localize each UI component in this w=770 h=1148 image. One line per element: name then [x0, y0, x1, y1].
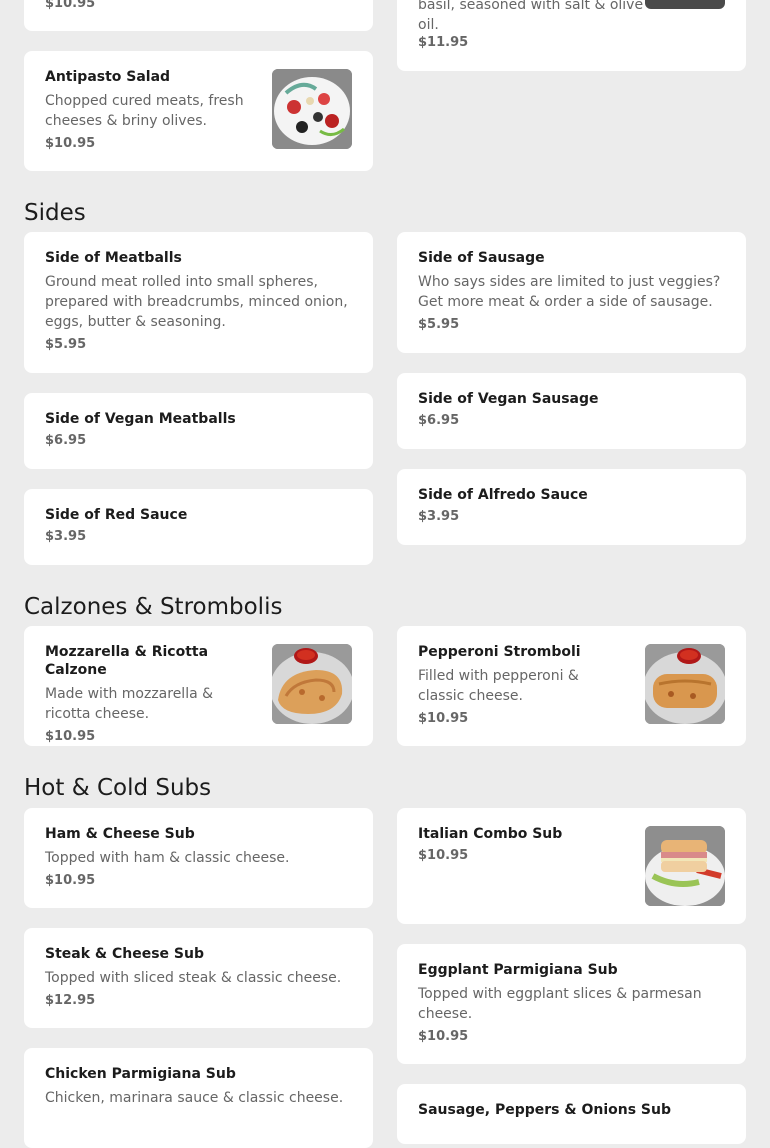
item-description: Ground meat rolled into small spheres, p… [45, 274, 348, 330]
item-name: Pepperoni Stromboli [418, 644, 581, 660]
menu-item-card-steak-cheese-sub[interactable]: Steak & Cheese Sub Topped with sliced st… [24, 928, 373, 1028]
menu-item-card-side-of-alfredo-sauce[interactable]: Side of Alfredo Sauce $3.95 [397, 469, 746, 545]
item-description: Who says sides are limited to just veggi… [418, 274, 721, 310]
salad-photo-icon [272, 69, 352, 149]
calzone-photo-icon [272, 644, 352, 724]
section-title-hot-cold-subs: Hot & Cold Subs [24, 775, 212, 801]
item-price: $5.95 [45, 337, 87, 352]
item-price: $10.95 [418, 711, 469, 726]
sub-sandwich-photo-icon [645, 826, 725, 906]
item-name: Ham & Cheese Sub [45, 826, 195, 842]
item-price: $12.95 [45, 993, 96, 1008]
item-description: Chicken, marinara sauce & classic cheese… [45, 1090, 344, 1106]
item-name: Side of Alfredo Sauce [418, 487, 588, 503]
menu-item-card[interactable]: $10.95 [24, 0, 373, 31]
menu-item-card-side-of-vegan-sausage[interactable]: Side of Vegan Sausage $6.95 [397, 373, 746, 449]
stromboli-photo-icon [645, 644, 725, 724]
item-price: $10.95 [45, 729, 96, 744]
menu-item-card-mozzarella-ricotta-calzone[interactable]: Mozzarella & Ricotta Calzone Made with m… [24, 626, 373, 746]
menu-item-card-eggplant-parmigiana-sub[interactable]: Eggplant Parmigiana Sub Topped with eggp… [397, 944, 746, 1064]
item-name: Chicken Parmigiana Sub [45, 1066, 236, 1082]
item-name: Side of Meatballs [45, 250, 182, 266]
item-price: $6.95 [418, 413, 460, 428]
item-name: Side of Sausage [418, 250, 545, 266]
menu-item-card-sausage-peppers-onions-sub[interactable]: Sausage, Peppers & Onions Sub [397, 1084, 746, 1144]
menu-item-card-ham-cheese-sub[interactable]: Ham & Cheese Sub Topped with ham & class… [24, 808, 373, 908]
item-description: Filled with pepperoni & classic cheese. [418, 668, 579, 704]
item-price: $10.95 [45, 136, 96, 151]
item-price: $11.95 [418, 35, 469, 50]
item-price: $10.95 [418, 848, 469, 863]
item-description: Topped with ham & classic cheese. [45, 850, 290, 866]
item-description: basil, seasoned with salt & olive oil. [418, 0, 644, 33]
item-name: Side of Vegan Sausage [418, 391, 599, 407]
menu-item-card-pepperoni-stromboli[interactable]: Pepperoni Stromboli Filled with pepperon… [397, 626, 746, 746]
menu-item-card-side-of-sausage[interactable]: Side of Sausage Who says sides are limit… [397, 232, 746, 353]
item-description: Chopped cured meats, fresh cheeses & bri… [45, 93, 244, 129]
item-price: $10.95 [45, 873, 96, 888]
menu-item-card-italian-combo-sub[interactable]: Italian Combo Sub $10.95 [397, 808, 746, 924]
item-price: $5.95 [418, 317, 460, 332]
item-name: Side of Vegan Meatballs [45, 411, 236, 427]
item-price: $3.95 [45, 529, 87, 544]
item-name: Steak & Cheese Sub [45, 946, 204, 962]
item-name: Eggplant Parmigiana Sub [418, 962, 618, 978]
item-name: Antipasto Salad [45, 69, 171, 85]
item-description: Topped with sliced steak & classic chees… [45, 970, 342, 986]
menu-item-card-side-of-red-sauce[interactable]: Side of Red Sauce $3.95 [24, 489, 373, 565]
food-photo-icon [645, 0, 725, 9]
menu-item-card[interactable]: basil, seasoned with salt & olive oil. $… [397, 0, 746, 71]
item-price: $3.95 [418, 509, 460, 524]
item-price: $10.95 [45, 0, 96, 11]
item-price: $6.95 [45, 433, 87, 448]
item-name: Italian Combo Sub [418, 826, 563, 842]
menu-item-card-side-of-vegan-meatballs[interactable]: Side of Vegan Meatballs $6.95 [24, 393, 373, 469]
menu-item-card-side-of-meatballs[interactable]: Side of Meatballs Ground meat rolled int… [24, 232, 373, 373]
item-price: $10.95 [418, 1029, 469, 1044]
item-description: Topped with eggplant slices & parmesan c… [418, 986, 702, 1022]
section-title-calzones-strombolis: Calzones & Strombolis [24, 594, 283, 620]
item-name: Mozzarella & Ricotta Calzone [45, 644, 209, 678]
item-name: Sausage, Peppers & Onions Sub [418, 1102, 672, 1118]
item-name: Side of Red Sauce [45, 507, 188, 523]
menu-item-card-antipasto-salad[interactable]: Antipasto Salad Chopped cured meats, fre… [24, 51, 373, 171]
menu-item-card-chicken-parmigiana-sub[interactable]: Chicken Parmigiana Sub Chicken, marinara… [24, 1048, 373, 1148]
item-description: Made with mozzarella & ricotta cheese. [45, 686, 214, 722]
section-title-sides: Sides [24, 200, 86, 226]
